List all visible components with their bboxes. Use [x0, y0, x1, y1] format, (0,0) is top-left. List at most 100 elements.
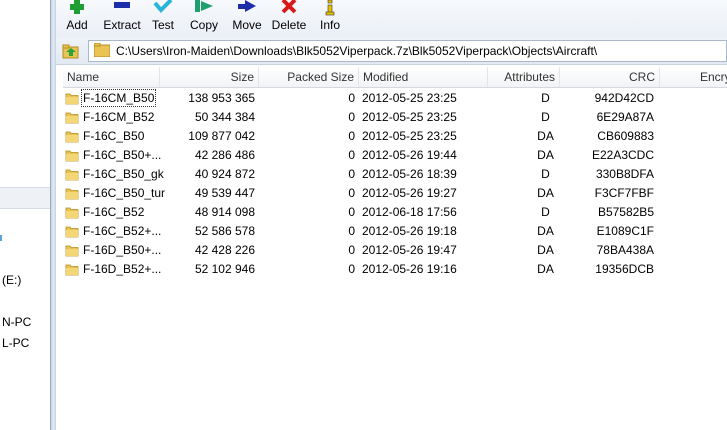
- table-row[interactable]: F-16D_B50+... 42 428 226 0 2012-05-26 19:47…: [63, 241, 727, 259]
- copy-arrow-icon: [195, 0, 213, 12]
- row-size: 50 344 384: [194, 110, 255, 124]
- folder-icon: [65, 131, 79, 143]
- table-row[interactable]: F-16CM_B50 138 953 365 0 2012-05-25 23:25 D 9…: [63, 89, 727, 107]
- row-size: 48 914 098: [194, 205, 255, 219]
- table-row[interactable]: F-16C_B50 109 877 042 0 2012-05-25 23:25 DA C…: [63, 127, 727, 145]
- extract-label: Extract: [103, 18, 141, 32]
- row-name: F-16D_B52+...: [83, 262, 162, 276]
- move-arrow-icon: [238, 0, 256, 12]
- row-size: 49 539 447: [194, 186, 255, 200]
- table-row[interactable]: F-16C_B52 48 914 098 0 2012-06-18 17:56 D B57…: [63, 203, 727, 221]
- row-crc: B57582B5: [597, 205, 654, 219]
- column-attributes[interactable]: Attributes: [488, 67, 560, 87]
- row-modified: 2012-05-25 23:25: [362, 129, 457, 143]
- row-crc: 6E29A87A: [596, 110, 654, 124]
- column-crc[interactable]: CRC: [560, 67, 660, 87]
- delete-label: Delete: [271, 18, 307, 32]
- row-size: 52 586 578: [194, 224, 255, 238]
- path-input[interactable]: C:\Users\Iron-Maiden\Downloads\Blk5052Vi…: [88, 40, 727, 62]
- info-button[interactable]: Info: [316, 0, 344, 38]
- background-explorer-pane: (E:) N-PC L-PC: [0, 0, 50, 430]
- row-size: 138 953 365: [188, 91, 255, 105]
- toolbar: Add Extract Test Copy Move Delete Info: [56, 0, 727, 38]
- column-encrypted[interactable]: Encry: [660, 67, 727, 87]
- network-item-1[interactable]: N-PC: [2, 315, 31, 329]
- column-modified[interactable]: Modified: [359, 67, 488, 87]
- row-modified: 2012-05-26 18:39: [362, 167, 457, 181]
- row-crc: 330B8DFA: [595, 167, 654, 181]
- row-crc: F3CF7FBF: [594, 186, 654, 200]
- move-button[interactable]: Move: [230, 0, 264, 38]
- info-label: Info: [319, 18, 340, 32]
- row-packed-size: 0: [348, 205, 355, 219]
- folder-up-icon[interactable]: [62, 42, 80, 60]
- table-row[interactable]: F-16CM_B52 50 344 384 0 2012-05-25 23:25 D 6E…: [63, 108, 727, 126]
- row-crc: 78BA438A: [596, 243, 654, 257]
- delete-button[interactable]: Delete: [270, 0, 308, 38]
- row-name: F-16C_B50_gk: [83, 167, 164, 181]
- add-button[interactable]: Add: [62, 0, 92, 38]
- selection-marker: [0, 235, 2, 241]
- table-row[interactable]: F-16C_B50_gk 40 924 872 0 2012-05-26 18:39 D…: [63, 165, 727, 183]
- row-packed-size: 0: [348, 129, 355, 143]
- row-modified: 2012-05-26 19:27: [362, 186, 457, 200]
- table-row[interactable]: F-16C_B50_tur 49 539 447 0 2012-05-26 19:27…: [63, 184, 727, 202]
- row-packed-size: 0: [348, 148, 355, 162]
- row-size: 42 428 226: [194, 243, 255, 257]
- row-name: F-16C_B52: [83, 205, 145, 219]
- delete-x-icon: [281, 0, 297, 14]
- row-modified: 2012-05-26 19:47: [362, 243, 457, 257]
- folder-icon: [65, 169, 79, 181]
- pane-separator: [0, 187, 50, 209]
- move-label: Move: [232, 18, 262, 32]
- column-size[interactable]: Size: [160, 67, 259, 87]
- row-packed-size: 0: [348, 110, 355, 124]
- row-crc: 942D42CD: [594, 91, 654, 105]
- row-crc: E1089C1F: [596, 224, 654, 238]
- table-row[interactable]: F-16C_B52+... 52 586 578 0 2012-05-26 19:18…: [63, 222, 727, 240]
- folder-icon: [65, 245, 79, 257]
- row-size: 52 102 946: [194, 262, 255, 276]
- row-packed-size: 0: [348, 186, 355, 200]
- add-label: Add: [66, 18, 88, 32]
- folder-icon: [65, 112, 79, 124]
- address-bar: C:\Users\Iron-Maiden\Downloads\Blk5052Vi…: [56, 38, 727, 65]
- copy-label: Copy: [189, 18, 218, 32]
- row-packed-size: 0: [348, 243, 355, 257]
- folder-icon: [65, 264, 79, 276]
- folder-icon: [65, 226, 79, 238]
- row-packed-size: 0: [348, 224, 355, 238]
- row-modified: 2012-05-26 19:44: [362, 148, 457, 162]
- info-icon: [325, 0, 335, 16]
- drive-item-e[interactable]: (E:): [2, 273, 21, 287]
- table-row[interactable]: F-16D_B52+... 52 102 946 0 2012-05-26 19:16…: [63, 260, 727, 278]
- folder-icon: [65, 93, 79, 105]
- test-button[interactable]: Test: [148, 0, 178, 38]
- row-modified: 2012-06-18 17:56: [362, 205, 457, 219]
- table-row[interactable]: F-16C_B50+... 42 286 486 0 2012-05-26 19:44…: [63, 146, 727, 164]
- column-header: Name Size Packed Size Modified Attribute…: [63, 67, 727, 88]
- folder-icon: [65, 188, 79, 200]
- network-item-2[interactable]: L-PC: [2, 336, 29, 350]
- sevenzip-window: Add Extract Test Copy Move Delete Info C…: [56, 0, 727, 430]
- folder-icon: [65, 207, 79, 219]
- check-icon: [153, 0, 173, 13]
- row-crc: CB609883: [597, 129, 654, 143]
- row-name: F-16C_B50_tur: [83, 186, 166, 200]
- row-packed-size: 0: [348, 262, 355, 276]
- path-text: C:\Users\Iron-Maiden\Downloads\Blk5052Vi…: [116, 44, 598, 58]
- row-modified: 2012-05-25 23:25: [362, 110, 457, 124]
- column-packed-size[interactable]: Packed Size: [259, 67, 359, 87]
- folder-icon: [65, 150, 79, 162]
- row-packed-size: 0: [348, 91, 355, 105]
- row-name: F-16CM_B52: [83, 110, 155, 124]
- row-size: 42 286 486: [194, 148, 255, 162]
- extract-button[interactable]: Extract: [100, 0, 144, 38]
- copy-button[interactable]: Copy: [188, 0, 220, 38]
- row-modified: 2012-05-26 19:16: [362, 262, 457, 276]
- row-size: 109 877 042: [188, 129, 255, 143]
- row-modified: 2012-05-26 19:18: [362, 224, 457, 238]
- row-name: F-16CM_B50: [81, 89, 157, 107]
- column-name[interactable]: Name: [63, 67, 160, 87]
- row-name: F-16C_B52+...: [83, 224, 162, 238]
